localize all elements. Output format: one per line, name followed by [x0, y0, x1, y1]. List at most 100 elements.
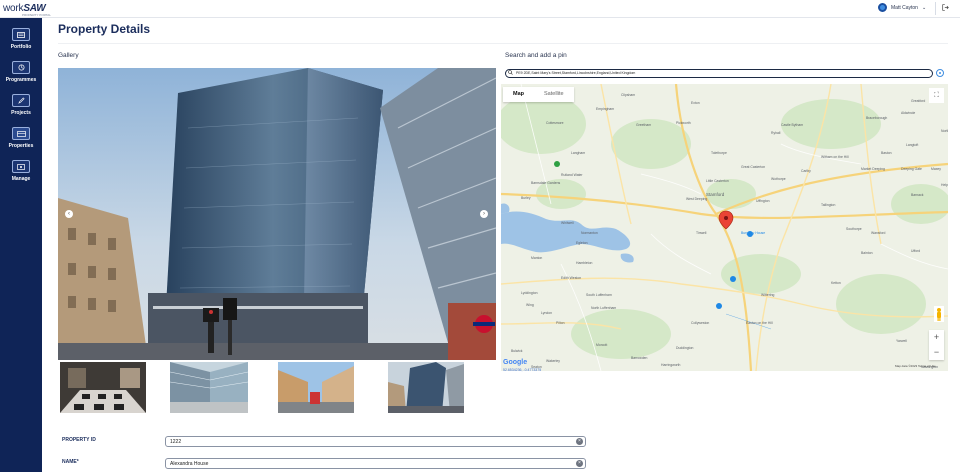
map-place-label: Tallington — [821, 203, 835, 207]
avatar — [878, 3, 887, 12]
map-place-label: Pickworth — [676, 121, 691, 125]
name-label: NAME* — [62, 459, 79, 465]
map-place-label: Duddington — [676, 346, 693, 350]
map-place-label: West Deeping — [686, 197, 707, 201]
map-place-label: Northborough — [941, 129, 948, 133]
search-icon — [508, 70, 513, 78]
map-place-label: Witham on the Hill — [821, 155, 849, 159]
map-place-label: Wakerley — [546, 359, 560, 363]
map-place-label: Greatford — [911, 99, 925, 103]
map-place-label: Carlby — [801, 169, 811, 173]
fullscreen-icon[interactable]: ⛶ — [929, 88, 944, 103]
map-place-label: Harringworth — [661, 363, 681, 367]
tab-map[interactable]: Map — [503, 87, 534, 102]
map-place-label: Morcott — [596, 343, 607, 347]
sidebar-item-manage[interactable]: Manage — [0, 160, 42, 182]
map-place-label: Empingham — [596, 107, 614, 111]
map-place-label: Egleton — [576, 241, 588, 245]
map-coordinates: 52.6534236, -0.4773375 — [503, 368, 542, 372]
gallery-next-button[interactable]: › — [480, 210, 488, 218]
street-view-pegman-icon[interactable] — [934, 306, 944, 322]
clear-icon[interactable]: × — [576, 438, 583, 445]
gallery-thumbnail[interactable] — [388, 362, 464, 413]
gallery-prev-button[interactable]: ‹ — [65, 210, 73, 218]
map-place-label: Burley — [521, 196, 531, 200]
gallery-label: Gallery — [58, 52, 79, 59]
map-place-label: Ufford — [911, 249, 920, 253]
tab-satellite[interactable]: Satellite — [534, 87, 574, 102]
logout-icon[interactable] — [942, 4, 949, 13]
map-view[interactable]: ClipshamOakhamEmpinghamExtonCottesmoreGr… — [501, 84, 948, 371]
map-place-label: Helpston — [941, 183, 948, 187]
map-place-label: Clipsham — [621, 93, 635, 97]
map-place-label: Deeping Gate — [901, 167, 922, 171]
logo-subtitle: PROPERTY PORTAL — [22, 13, 51, 17]
sidebar-item-label: Manage — [11, 176, 31, 182]
sidebar-item-projects[interactable]: Projects — [0, 94, 42, 116]
gallery-thumbnail[interactable] — [60, 362, 146, 413]
map-place-label: Pilton — [556, 321, 565, 325]
map-place-label: Ryhall — [771, 131, 781, 135]
map-place-label: Manton — [531, 256, 542, 260]
zoom-in-button[interactable]: + — [929, 330, 944, 345]
map-place-label: Little Casterton — [706, 179, 729, 183]
sidebar-item-portfolio[interactable]: Portfolio — [0, 28, 42, 50]
map-place-label: Maxey — [931, 167, 941, 171]
top-bar: workSAW PROPERTY PORTAL Matt Cayton ⌄ — [0, 0, 960, 18]
map-place-label: Normanton — [581, 231, 598, 235]
map-place-label: Barnack — [911, 193, 924, 197]
map-label: Search and add a pin — [505, 52, 567, 59]
map-place-label: Greetham — [636, 123, 651, 127]
sidebar-item-label: Portfolio — [10, 44, 32, 50]
map-place-label: Uffington — [756, 199, 770, 203]
map-place-label: Barrowden — [631, 356, 648, 360]
zoom-out-button[interactable]: − — [929, 345, 944, 360]
projects-icon — [12, 94, 30, 107]
clear-icon[interactable]: × — [576, 460, 583, 467]
map-place-label: Wansford — [871, 231, 885, 235]
map-place-label: Wothorpe — [771, 177, 786, 181]
sidebar-item-programmes[interactable]: Programmes — [0, 61, 42, 83]
map-place-label: Market Deeping — [861, 167, 885, 171]
user-menu[interactable]: Matt Cayton ⌄ — [878, 3, 926, 12]
map-place-label: Yarwell — [896, 339, 907, 343]
map-search-input[interactable]: PE9 2DE,Saint Mary's Street,Stamford,Lin… — [505, 69, 933, 78]
map-place-label: Exton — [691, 101, 700, 105]
map-attribution[interactable]: Map data ©2023 Terms of Use — [895, 364, 936, 368]
map-place-label: Southorpe — [846, 227, 862, 231]
map-type-tabs: Map Satellite — [503, 87, 574, 102]
map-place-label: Whitwell — [561, 221, 574, 225]
map-place-label: South Luffenham — [586, 293, 612, 297]
map-place-label: Rutland Water — [561, 173, 583, 177]
map-place-label: Braceborough — [866, 116, 887, 120]
manage-icon — [12, 160, 30, 173]
map-place-label: Aldwincle — [901, 111, 915, 115]
map-place-label: Bulwick — [511, 349, 523, 353]
sidebar-item-properties[interactable]: Properties — [0, 127, 42, 149]
map-place-label: Lyddington — [521, 291, 538, 295]
gallery-thumbnail[interactable] — [170, 362, 248, 413]
property-id-label: PROPERTY ID — [62, 437, 96, 443]
locate-pin-button[interactable] — [936, 69, 944, 77]
programmes-icon — [12, 61, 30, 74]
map-place-label: Great Casterton — [741, 165, 765, 169]
user-name: Matt Cayton — [891, 4, 918, 11]
map-place-label: Baston — [881, 151, 892, 155]
map-place-label: Tolethorpe — [711, 151, 727, 155]
map-place-label: Hambleton — [576, 261, 593, 265]
logo-text-light: work — [3, 3, 24, 14]
map-place-label: Cottesmore — [546, 121, 564, 125]
property-id-field[interactable] — [165, 436, 586, 447]
map-place-label: Stamford — [706, 192, 725, 197]
sidebar-item-label: Properties — [8, 143, 34, 149]
gallery-thumbnail[interactable] — [278, 362, 354, 413]
page-title: Property Details — [58, 22, 151, 36]
name-field[interactable] — [165, 458, 586, 469]
map-place-label: Edith Weston — [561, 276, 581, 280]
map-place-label: Barnsdale Gardens — [531, 181, 561, 185]
properties-icon — [12, 127, 30, 140]
map-place-label: Wittering — [761, 293, 774, 297]
gallery-main-image[interactable]: ‹ › — [58, 68, 496, 360]
header-divider — [58, 43, 948, 44]
map-place-label: Tinwell — [696, 231, 707, 235]
